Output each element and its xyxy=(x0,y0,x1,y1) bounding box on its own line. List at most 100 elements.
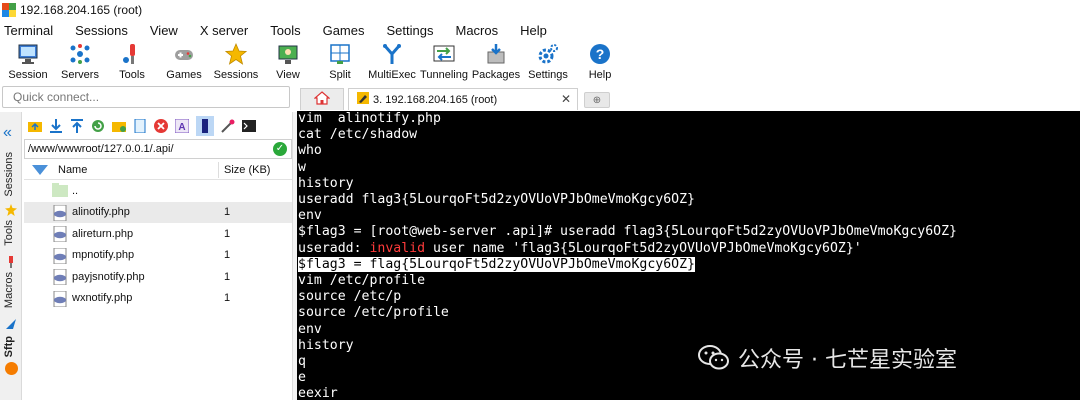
error-invalid-word: invalid xyxy=(369,240,426,256)
menu-sessions[interactable]: Sessions xyxy=(75,23,128,38)
sidebar-tab-sftp[interactable]: Sftp xyxy=(3,336,19,357)
check-icon[interactable]: ✓ xyxy=(273,142,287,156)
upload-folder-icon[interactable] xyxy=(28,119,42,133)
upload-icon[interactable] xyxy=(70,119,84,133)
column-divider[interactable] xyxy=(218,162,219,178)
file-name: .. xyxy=(72,184,79,197)
watermark: 公众号 · 七芒星实验室 xyxy=(698,338,957,378)
sftp-toolbar: A xyxy=(24,114,290,138)
file-name: mpnotify.php xyxy=(72,249,135,262)
multiexec-button[interactable]: MultiExec xyxy=(366,40,418,84)
list-item[interactable]: .. xyxy=(24,180,292,202)
terminal-error-line: useradd: invalid user name 'flag3{5Lourq… xyxy=(297,241,1080,257)
column-name[interactable]: Name xyxy=(58,164,87,176)
star-icon xyxy=(5,204,17,216)
tools-small-icon xyxy=(5,256,17,268)
new-tab-button[interactable]: ⊕ xyxy=(584,92,610,108)
view-button[interactable]: View xyxy=(262,40,314,84)
terminal-line: w xyxy=(298,159,306,175)
menu-games[interactable]: Games xyxy=(323,23,365,38)
pen-icon xyxy=(357,92,369,107)
packages-button[interactable]: Packages xyxy=(470,40,522,84)
tools-button[interactable]: Tools xyxy=(106,40,158,84)
watermark-text: 公众号 · 七芒星实验室 xyxy=(738,348,957,373)
header-arrow-icon xyxy=(32,163,48,180)
menu-tools[interactable]: Tools xyxy=(270,23,300,38)
main-toolbar: Session Servers Tools Games Sessions Vie… xyxy=(0,40,1080,84)
split-icon xyxy=(328,42,352,66)
terminal-highlighted-line: $flag3 = flag{5LourqoFt5d2zyOVUoVPJbOmeV… xyxy=(297,256,1080,273)
download-icon[interactable] xyxy=(49,119,63,133)
file-size: 1 xyxy=(224,270,231,283)
sessions-button[interactable]: Sessions xyxy=(210,40,262,84)
sessions-star-icon xyxy=(224,42,248,66)
tab-session-3[interactable]: 3. 192.168.204.165 (root) ✕ xyxy=(348,88,578,110)
list-item[interactable]: mpnotify.php 1 xyxy=(24,245,292,267)
terminal-line: cat /etc/shadow xyxy=(298,127,418,143)
delete-icon[interactable] xyxy=(154,119,168,133)
file-name: alireturn.php xyxy=(72,227,134,240)
new-file-icon[interactable] xyxy=(133,119,147,133)
split-button[interactable]: Split xyxy=(314,40,366,84)
quick-connect-input[interactable]: Quick connect... xyxy=(2,86,290,108)
sftp-path-input[interactable]: /www/wwwroot/127.0.0.1/.api/ ✓ xyxy=(24,139,292,159)
sftp-small-icon xyxy=(5,362,18,375)
svg-text:?: ? xyxy=(596,46,605,62)
file-name: wxnotify.php xyxy=(72,292,133,305)
menu-macros[interactable]: Macros xyxy=(455,23,498,38)
left-sidebar-strip: « Sessions Tools Macros Sftp xyxy=(0,112,22,400)
menu-x-server[interactable]: X server xyxy=(200,23,248,38)
php-file-icon xyxy=(52,290,68,307)
file-name: alinotify.php xyxy=(72,206,130,219)
menu-settings[interactable]: Settings xyxy=(387,23,434,38)
rename-icon[interactable]: A xyxy=(175,119,189,133)
list-item[interactable]: wxnotify.php 1 xyxy=(24,288,292,310)
column-size[interactable]: Size (KB) xyxy=(224,164,270,176)
packages-icon xyxy=(484,42,508,66)
sidebar-tab-sessions[interactable]: Sessions xyxy=(3,152,19,197)
servers-icon xyxy=(68,42,92,66)
terminal-view[interactable]: vim alinotify.php cat /etc/shadow who w … xyxy=(297,111,1080,400)
list-item[interactable]: alireturn.php 1 xyxy=(24,223,292,245)
collapse-double-chevron-icon[interactable]: « xyxy=(3,124,15,141)
macros-small-icon xyxy=(5,318,17,330)
terminal-line: vim alinotify.php xyxy=(298,111,441,126)
error-suffix: user name 'flag3{5LourqoFt5d2zyOVUoVPJbO… xyxy=(425,240,862,256)
tunneling-icon xyxy=(432,42,456,66)
menu-help[interactable]: Help xyxy=(520,23,547,38)
selected-flag-text[interactable]: $flag3 = flag{5LourqoFt5d2zyOVUoVPJbOmeV… xyxy=(298,256,695,272)
refresh-icon[interactable] xyxy=(91,119,105,133)
sftp-file-list: Name Size (KB) .. alinotify.php 1 aliret… xyxy=(24,160,292,400)
settings-button[interactable]: Settings xyxy=(522,40,574,84)
sidebar-tab-macros[interactable]: Macros xyxy=(3,272,19,308)
games-button[interactable]: Games xyxy=(158,40,210,84)
file-size: 1 xyxy=(224,292,231,305)
file-size: 1 xyxy=(224,206,231,219)
tunneling-button[interactable]: Tunneling xyxy=(418,40,470,84)
sidebar-tab-tools[interactable]: Tools xyxy=(3,220,19,246)
close-tab-icon[interactable]: ✕ xyxy=(561,92,571,106)
php-file-icon xyxy=(52,247,68,264)
terminal-line: source /etc/p xyxy=(298,289,402,305)
new-folder-icon[interactable] xyxy=(112,119,126,133)
terminal-line: history xyxy=(298,175,354,191)
terminal-line: e xyxy=(298,370,306,386)
menu-view[interactable]: View xyxy=(150,23,178,38)
file-name: payjsnotify.php xyxy=(72,270,145,283)
list-item[interactable]: payjsnotify.php 1 xyxy=(24,266,292,288)
php-file-icon xyxy=(52,225,68,243)
session-button[interactable]: Session xyxy=(2,40,54,84)
svg-text:A: A xyxy=(178,122,185,133)
servers-button[interactable]: Servers xyxy=(54,40,106,84)
terminal-line: q xyxy=(298,354,306,370)
title-bar: 192.168.204.165 (root) xyxy=(0,0,1080,20)
permissions-icon[interactable] xyxy=(196,116,214,136)
terminal-icon[interactable] xyxy=(242,119,256,133)
terminal-line: vim /etc/profile xyxy=(298,273,426,289)
home-tab[interactable] xyxy=(300,88,344,110)
menu-terminal[interactable]: Terminal xyxy=(4,23,53,38)
help-button[interactable]: ? Help xyxy=(574,40,626,84)
multiexec-icon xyxy=(380,42,404,66)
list-item[interactable]: alinotify.php 1 xyxy=(24,201,292,223)
wand-icon[interactable] xyxy=(221,119,235,133)
